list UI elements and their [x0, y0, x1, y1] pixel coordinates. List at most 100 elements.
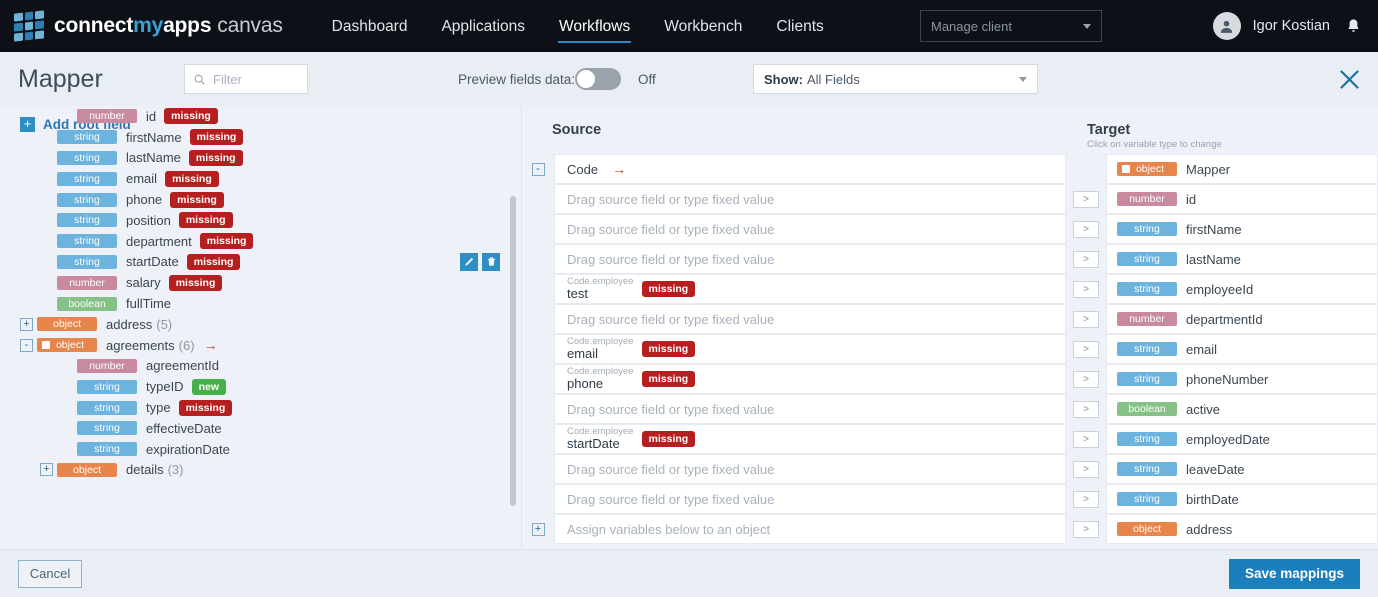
variable-type-badge[interactable]: string [57, 234, 117, 249]
tree-row[interactable]: string phone missing [0, 189, 520, 210]
nav-link-clients[interactable]: Clients [775, 3, 824, 49]
variable-type-badge[interactable]: number [1117, 192, 1177, 206]
variable-type-badge[interactable]: string [1117, 282, 1177, 296]
variable-type-badge[interactable]: string [77, 400, 137, 415]
expand-icon[interactable]: + [20, 317, 33, 331]
variable-type-badge[interactable]: object [37, 317, 97, 332]
source-value-cell[interactable]: Drag source field or type fixed value [554, 484, 1066, 514]
variable-type-badge[interactable]: object [1117, 162, 1177, 176]
open-transform-button[interactable]: > [1073, 220, 1099, 238]
target-field-cell[interactable]: string email [1106, 334, 1378, 364]
variable-type-badge[interactable]: string [1117, 492, 1177, 506]
tree-row[interactable]: number agreementId [0, 356, 520, 377]
source-value-cell[interactable]: Drag source field or type fixed value [554, 244, 1066, 274]
target-field-cell[interactable]: object address [1106, 514, 1378, 544]
open-transform-button[interactable]: > [1073, 520, 1099, 538]
variable-type-badge[interactable]: string [1117, 342, 1177, 356]
variable-type-badge[interactable]: number [77, 358, 137, 373]
tree-row[interactable]: + object details (3) [0, 460, 520, 481]
source-value-cell[interactable]: Drag source field or type fixed value [554, 184, 1066, 214]
target-field-cell[interactable]: string firstName [1106, 214, 1378, 244]
open-transform-button[interactable]: > [1073, 250, 1099, 268]
tree-row[interactable]: string firstName missing [0, 127, 520, 148]
save-mappings-button[interactable]: Save mappings [1228, 558, 1360, 589]
nav-link-applications[interactable]: Applications [440, 3, 526, 49]
variable-type-badge[interactable]: string [57, 150, 117, 165]
source-value-cell[interactable]: Assign variables below to an object [554, 514, 1066, 544]
variable-type-badge[interactable]: number [1117, 312, 1177, 326]
target-field-cell[interactable]: string employedDate [1106, 424, 1378, 454]
notifications-button[interactable] [1342, 14, 1364, 38]
source-value-cell[interactable]: Drag source field or type fixed value [554, 214, 1066, 244]
search-input[interactable] [213, 71, 299, 87]
open-transform-button[interactable]: > [1073, 340, 1099, 358]
source-value-cell[interactable]: Drag source field or type fixed value [554, 454, 1066, 484]
show-fields-dropdown[interactable]: Show: All Fields [753, 64, 1038, 94]
source-value-cell[interactable]: Drag source field or type fixed value [554, 394, 1066, 424]
open-transform-button[interactable]: > [1073, 490, 1099, 508]
target-field-cell[interactable]: boolean active [1106, 394, 1378, 424]
delete-field-button[interactable] [482, 252, 500, 271]
variable-type-badge[interactable]: string [77, 421, 137, 436]
target-field-cell[interactable]: string lastName [1106, 244, 1378, 274]
nav-link-workflows[interactable]: Workflows [558, 3, 632, 49]
cancel-button[interactable]: Cancel [18, 559, 82, 588]
target-field-cell[interactable]: string employeeId [1106, 274, 1378, 304]
manage-client-dropdown[interactable]: Manage client [920, 10, 1102, 42]
open-transform-button[interactable]: > [1073, 370, 1099, 388]
preview-fields-toggle[interactable] [575, 68, 621, 90]
tree-row[interactable]: string lastName missing [0, 148, 520, 169]
close-mapper-button[interactable] [1336, 66, 1362, 92]
tree-row[interactable]: + object address (5) [0, 314, 520, 335]
variable-type-badge[interactable]: string [77, 442, 137, 457]
tree-row[interactable]: number id missing [0, 106, 520, 127]
target-field-cell[interactable]: string leaveDate [1106, 454, 1378, 484]
target-field-cell[interactable]: object Mapper [1106, 154, 1378, 184]
variable-type-badge[interactable]: boolean [1117, 402, 1177, 416]
tree-row[interactable]: boolean fullTime [0, 293, 520, 314]
variable-type-badge[interactable]: object [57, 462, 117, 477]
source-value-cell[interactable]: Code.employee test missing [554, 274, 1066, 304]
target-field-cell[interactable]: number id [1106, 184, 1378, 214]
open-transform-button[interactable]: > [1073, 310, 1099, 328]
brand-logo[interactable]: connectmyapps canvas [14, 10, 283, 42]
variable-type-badge[interactable]: string [1117, 222, 1177, 236]
tree-row[interactable]: number salary missing [0, 272, 520, 293]
source-value-cell[interactable]: Code.employee phone missing [554, 364, 1066, 394]
target-field-cell[interactable]: number departmentId [1106, 304, 1378, 334]
variable-type-badge[interactable]: boolean [57, 296, 117, 311]
variable-type-badge[interactable]: string [57, 254, 117, 269]
tree-row[interactable]: string email missing [0, 168, 520, 189]
source-value-cell[interactable]: Drag source field or type fixed value [554, 304, 1066, 334]
tree-row[interactable]: string typeID new [0, 376, 520, 397]
variable-type-badge[interactable]: string [1117, 432, 1177, 446]
collapse-icon[interactable]: - [531, 162, 545, 176]
tree-row[interactable]: string type missing [0, 397, 520, 418]
variable-type-badge[interactable]: number [57, 275, 117, 290]
variable-type-badge[interactable]: string [57, 213, 117, 228]
tree-row[interactable]: string department missing [0, 231, 520, 252]
open-transform-button[interactable]: > [1073, 280, 1099, 298]
expand-icon[interactable]: + [40, 463, 53, 477]
variable-type-badge[interactable]: string [57, 192, 117, 207]
nav-link-dashboard[interactable]: Dashboard [331, 3, 409, 49]
tree-row[interactable]: string effectiveDate [0, 418, 520, 439]
tree-row[interactable]: - object agreements (6) → [0, 335, 520, 356]
target-field-cell[interactable]: string birthDate [1106, 484, 1378, 514]
tree-row[interactable]: string startDate missing [0, 252, 520, 273]
filter-field[interactable] [184, 64, 308, 94]
tree-row[interactable]: string expirationDate [0, 439, 520, 460]
tree-scrollbar[interactable] [510, 196, 516, 506]
nav-link-workbench[interactable]: Workbench [663, 3, 743, 49]
open-transform-button[interactable]: > [1073, 430, 1099, 448]
variable-type-badge[interactable]: number [77, 109, 137, 124]
open-transform-button[interactable]: > [1073, 460, 1099, 478]
variable-type-badge[interactable]: object [37, 338, 97, 353]
edit-field-button[interactable] [460, 252, 478, 271]
source-value-cell[interactable]: Code.employee startDate missing [554, 424, 1066, 454]
variable-type-badge[interactable]: string [57, 130, 117, 145]
source-value-cell[interactable]: Code.employee email missing [554, 334, 1066, 364]
open-transform-button[interactable]: > [1073, 400, 1099, 418]
tree-row[interactable]: string position missing [0, 210, 520, 231]
variable-type-badge[interactable]: string [1117, 372, 1177, 386]
